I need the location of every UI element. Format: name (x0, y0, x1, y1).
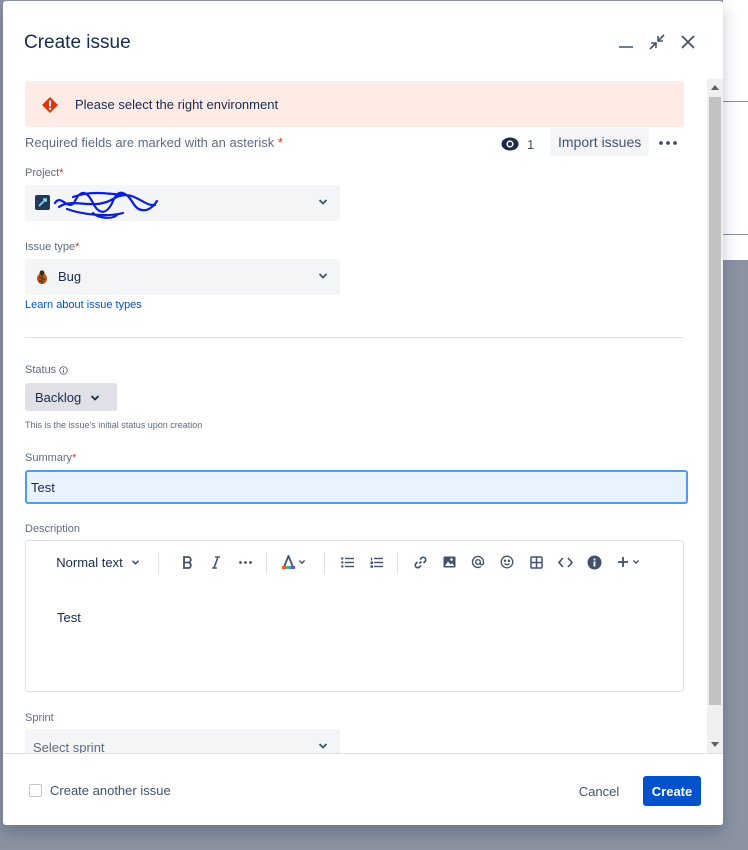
italic-button[interactable] (205, 551, 227, 573)
table-button[interactable] (525, 551, 547, 573)
close-icon (681, 35, 695, 49)
dialog-body[interactable]: Please select the right environment Requ… (3, 79, 707, 753)
issue-type-label: Issue type* (25, 241, 80, 253)
description-editor[interactable]: Normal text Test (25, 540, 684, 692)
bold-button[interactable] (176, 551, 198, 573)
cancel-button[interactable]: Cancel (569, 776, 629, 806)
text-color-icon (282, 555, 295, 569)
sprint-placeholder: Select sprint (33, 740, 105, 753)
bold-icon (182, 555, 192, 569)
image-button[interactable] (438, 551, 460, 573)
dialog-header: Create issue (3, 1, 723, 81)
minimize-button[interactable] (613, 29, 639, 55)
mention-icon (471, 555, 485, 569)
mention-button[interactable] (467, 551, 489, 573)
bug-icon (37, 270, 47, 284)
collapse-button[interactable] (644, 29, 670, 55)
more-icon (659, 141, 677, 145)
dialog-title: Create issue (24, 32, 131, 53)
sprint-select[interactable]: Select sprint (25, 729, 340, 753)
insert-button[interactable] (614, 551, 642, 573)
table-icon (529, 555, 543, 569)
numbered-list-button[interactable] (365, 551, 387, 573)
editor-toolbar: Normal text (26, 541, 683, 583)
emoji-icon (500, 555, 514, 569)
background-page (723, 102, 748, 234)
bullet-list-button[interactable] (336, 551, 358, 573)
scroll-down-icon[interactable] (711, 742, 719, 747)
chevron-down-icon (318, 273, 328, 279)
summary-label: Summary* (25, 452, 77, 464)
chevron-down-icon (90, 395, 100, 401)
more-icon (238, 560, 252, 564)
section-divider (25, 337, 684, 338)
import-issues-button[interactable]: Import issues (550, 128, 650, 156)
eye-icon (501, 137, 519, 151)
project-label: Project* (25, 167, 64, 179)
chevron-down-icon (131, 559, 139, 565)
chevron-down-icon (318, 743, 328, 749)
code-icon (557, 556, 573, 568)
scrollbar[interactable] (707, 79, 723, 755)
info-panel-button[interactable] (583, 551, 605, 573)
project-select[interactable] (25, 185, 340, 221)
error-icon (42, 97, 58, 113)
create-another-checkbox[interactable] (29, 784, 42, 797)
watcher-count: 1 (527, 136, 535, 152)
info-icon (587, 555, 601, 569)
learn-issue-types-link[interactable]: Learn about issue types (25, 299, 142, 311)
emoji-button[interactable] (496, 551, 518, 573)
chevron-down-icon (632, 560, 639, 565)
status-helper-text: This is the issue's initial status upon … (25, 420, 203, 430)
description-label: Description (25, 523, 81, 535)
background-page (723, 235, 748, 260)
toolbar-separator (397, 552, 398, 574)
info-icon (59, 365, 68, 375)
status-dropdown[interactable]: Backlog (25, 383, 117, 411)
image-icon (443, 556, 455, 568)
background-page (723, 0, 748, 101)
close-button[interactable] (675, 29, 701, 55)
watch-button[interactable]: 1 (501, 131, 534, 157)
text-color-button[interactable] (278, 551, 310, 573)
create-another-label[interactable]: Create another issue (50, 783, 171, 798)
sprint-label: Sprint (25, 712, 54, 724)
more-actions-button[interactable] (655, 131, 681, 155)
scroll-up-icon[interactable] (711, 85, 719, 90)
issue-type-select[interactable]: Bug (25, 259, 340, 295)
required-fields-note: Required fields are marked with an aster… (25, 135, 283, 150)
link-icon (414, 556, 426, 568)
plus-icon (617, 557, 628, 567)
dialog-footer: Create another issue Cancel Create (3, 753, 723, 825)
scrollbar-thumb[interactable] (709, 97, 721, 705)
toolbar-separator (324, 552, 325, 574)
text-style-dropdown[interactable]: Normal text (52, 551, 144, 573)
status-value: Backlog (35, 390, 82, 405)
italic-icon (212, 555, 220, 569)
bullet-list-icon (340, 556, 354, 568)
description-text[interactable]: Test (57, 610, 81, 625)
create-issue-dialog: Create issue Please select the right env… (3, 1, 723, 825)
create-button[interactable]: Create (643, 776, 701, 806)
error-banner: Please select the right environment (25, 81, 684, 127)
toolbar-separator (266, 552, 267, 574)
link-button[interactable] (409, 551, 431, 573)
status-label: Status (25, 364, 68, 376)
minimize-icon (619, 46, 633, 48)
numbered-list-icon (370, 557, 383, 568)
project-avatar-icon (35, 195, 50, 210)
chevron-down-icon (298, 560, 306, 565)
issue-type-value: Bug (58, 269, 82, 284)
error-banner-message: Please select the right environment (75, 97, 279, 112)
more-formatting-button[interactable] (234, 551, 256, 573)
chevron-down-icon (318, 199, 328, 205)
toolbar-separator (158, 552, 159, 574)
summary-input[interactable] (25, 470, 688, 504)
redacted-scribble (53, 191, 159, 219)
code-button[interactable] (554, 551, 576, 573)
collapse-icon (649, 34, 665, 50)
